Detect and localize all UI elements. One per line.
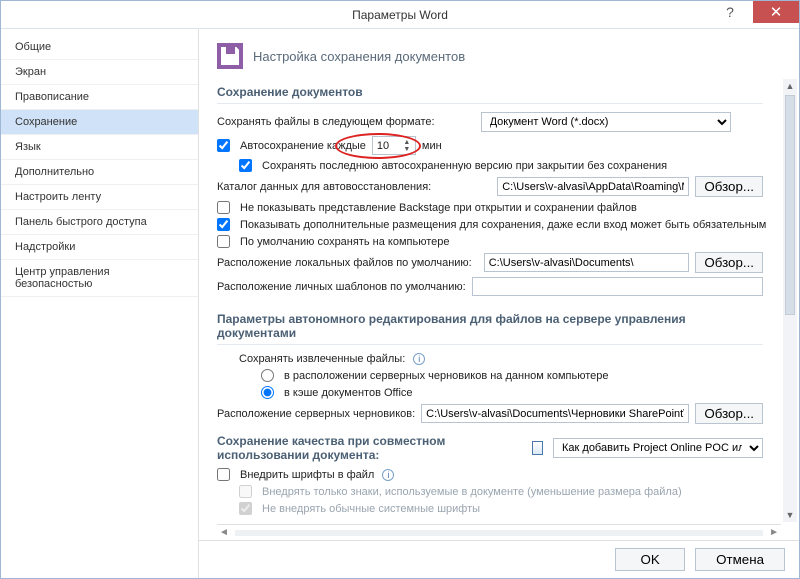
sidebar-item-language[interactable]: Язык [1,135,198,160]
scroll-right-icon[interactable]: ► [769,527,779,538]
save-local-default-label: По умолчанию сохранять на компьютере [240,236,449,248]
no-backstage-checkbox[interactable] [217,201,230,214]
document-select[interactable]: Как добавить Project Online POC или D... [553,438,763,458]
autosave-interval-spinner[interactable]: 10 ▲▼ [372,136,416,155]
server-drafts-dir-label: Расположение серверных черновиков: [217,408,415,420]
keep-last-autosaved-label: Сохранять последнюю автосохраненную верс… [262,160,667,172]
local-files-input[interactable] [484,253,690,272]
scroll-up-icon[interactable]: ▲ [783,79,797,93]
sidebar-item-customize-ribbon[interactable]: Настроить ленту [1,185,198,210]
titlebar: Параметры Word ? ✕ [1,1,799,29]
embed-fonts-label: Внедрить шрифты в файл [240,469,374,481]
close-button[interactable]: ✕ [753,1,799,23]
recovery-dir-label: Каталог данных для автовосстановления: [217,181,431,193]
page-header: Настройка сохранения документов [199,29,799,79]
sidebar-item-save[interactable]: Сохранение [1,110,198,135]
sidebar-item-general[interactable]: Общие [1,35,198,60]
content-scroll: Сохранение документов Сохранять файлы в … [199,79,799,540]
personal-templates-input[interactable] [472,277,763,296]
server-drafts-location-label: в расположении серверных черновиков на д… [284,370,608,382]
no-embed-system-fonts-checkbox [239,502,252,515]
server-drafts-browse-button[interactable]: Обзор... [695,403,763,424]
scroll-left-icon[interactable]: ◄ [219,527,229,538]
autosave-interval-value: 10 [377,140,401,152]
save-format-label: Сохранять файлы в следующем формате: [217,116,435,128]
scroll-track[interactable] [235,530,763,536]
save-format-select[interactable]: Документ Word (*.docx) [481,112,731,132]
horizontal-scrollbar[interactable]: ◄ ► [217,524,781,540]
help-icon[interactable]: i [413,353,425,365]
recovery-dir-browse-button[interactable]: Обзор... [695,176,763,197]
keep-last-autosaved-checkbox[interactable] [239,159,252,172]
scroll-thumb[interactable] [785,95,795,315]
section-save-documents-title: Сохранение документов [217,79,763,104]
office-cache-label: в кэше документов Office [284,387,413,399]
section-font-embedding-title: Сохранение качества при совместном испол… [217,434,508,462]
recovery-dir-input[interactable] [497,177,689,196]
embed-used-chars-checkbox [239,485,252,498]
spinner-arrows-icon[interactable]: ▲▼ [401,139,413,153]
main-panel: Настройка сохранения документов Сохранен… [199,29,799,578]
local-files-browse-button[interactable]: Обзор... [695,252,763,273]
personal-templates-label: Расположение личных шаблонов по умолчани… [217,281,466,293]
help-icon[interactable]: i [382,469,394,481]
section-offline-editing-title: Параметры автономного редактирования для… [217,306,763,345]
show-additional-locations-label: Показывать дополнительные размещения для… [240,219,766,231]
save-checked-out-label: Сохранять извлеченные файлы: [239,353,405,365]
server-drafts-dir-input[interactable] [421,404,689,423]
window-title: Параметры Word [1,8,799,22]
cancel-button[interactable]: Отмена [695,548,785,571]
scroll-down-icon[interactable]: ▼ [783,508,797,522]
local-files-label: Расположение локальных файлов по умолчан… [217,257,472,269]
autosave-label: Автосохранение каждые [240,140,366,152]
embed-fonts-checkbox[interactable] [217,468,230,481]
ok-button[interactable]: OK [615,548,685,571]
sidebar-item-quick-access[interactable]: Панель быстрого доступа [1,210,198,235]
sidebar-item-display[interactable]: Экран [1,60,198,85]
document-icon [532,441,543,455]
sidebar: Общие Экран Правописание Сохранение Язык… [1,29,199,578]
save-local-default-checkbox[interactable] [217,235,230,248]
server-drafts-location-radio[interactable] [261,369,274,382]
help-button[interactable]: ? [707,1,753,23]
dialog-body: Общие Экран Правописание Сохранение Язык… [1,29,799,578]
word-options-window: Параметры Word ? ✕ Общие Экран Правописа… [0,0,800,579]
dialog-footer: OK Отмена [199,540,799,578]
embed-used-chars-label: Внедрять только знаки, используемые в до… [262,486,682,498]
office-cache-radio[interactable] [261,386,274,399]
sidebar-item-trust-center[interactable]: Центр управления безопасностью [1,260,198,297]
show-additional-locations-checkbox[interactable] [217,218,230,231]
sidebar-item-proofing[interactable]: Правописание [1,85,198,110]
save-icon [217,43,243,69]
page-title: Настройка сохранения документов [253,49,465,64]
no-embed-system-fonts-label: Не внедрять обычные системные шрифты [262,503,480,515]
autosave-unit-label: мин [422,140,442,152]
titlebar-controls: ? ✕ [707,1,799,23]
no-backstage-label: Не показывать представление Backstage пр… [240,202,637,214]
sidebar-item-advanced[interactable]: Дополнительно [1,160,198,185]
vertical-scrollbar[interactable]: ▲ ▼ [783,79,797,522]
autosave-checkbox[interactable] [217,139,230,152]
sidebar-item-addins[interactable]: Надстройки [1,235,198,260]
